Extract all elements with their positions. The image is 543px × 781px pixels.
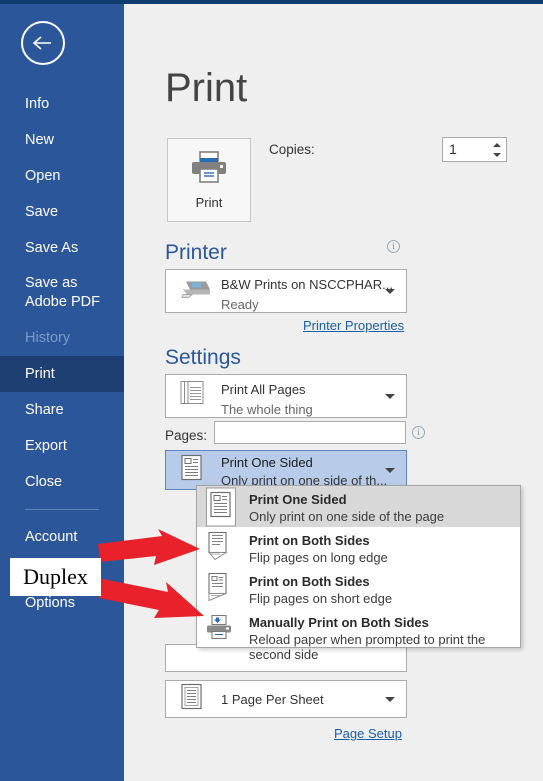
manual-duplex-icon xyxy=(206,614,234,645)
print-range-title: Print All Pages xyxy=(221,382,306,397)
sidebar-item-open[interactable]: Open xyxy=(0,158,124,194)
sidebar-item-print[interactable]: Print xyxy=(0,356,124,392)
dropdown-item-both-sides-long-edge[interactable]: Print on Both Sides Flip pages on long e… xyxy=(197,527,520,568)
single-page-icon xyxy=(180,683,204,716)
dropdown-item-subtitle: Only print on one side of the page xyxy=(249,509,445,524)
printer-name: B&W Prints on NSCCPHAR... xyxy=(221,277,393,292)
sidebar-item-close[interactable]: Close xyxy=(0,464,124,500)
printer-status: Ready xyxy=(221,297,259,312)
settings-section-heading: Settings xyxy=(165,346,241,369)
pages-input[interactable] xyxy=(214,421,406,444)
sidebar-item-save-as-adobe-pdf[interactable]: Save as Adobe PDF xyxy=(0,266,124,320)
pages-per-sheet-select[interactable]: 1 Page Per Sheet xyxy=(165,680,407,718)
printer-select[interactable]: B&W Prints on NSCCPHAR... Ready xyxy=(165,269,407,313)
dropdown-item-title: Manually Print on Both Sides xyxy=(249,615,429,630)
dropdown-item-manual-both-sides[interactable]: Manually Print on Both Sides Reload pape… xyxy=(197,609,520,662)
page-title: Print xyxy=(165,66,248,110)
one-sided-page-icon xyxy=(206,487,236,526)
duplex-callout-text: Duplex xyxy=(23,564,88,589)
duplex-callout-label: Duplex xyxy=(10,558,101,596)
backstage-sidebar: Info New Open Save Save As Save as Adobe… xyxy=(0,4,124,781)
printer-device-icon xyxy=(180,277,212,306)
page-setup-link[interactable]: Page Setup xyxy=(334,726,402,741)
copies-stepper[interactable]: 1 xyxy=(442,137,507,162)
dropdown-item-subtitle: Reload paper when prompted to print the … xyxy=(249,632,486,662)
sidebar-item-history: History xyxy=(25,330,71,346)
duplex-dropdown-menu: Print One Sided Only print on one side o… xyxy=(196,485,521,662)
chevron-down-icon[interactable] xyxy=(385,697,395,702)
pages-stack-icon xyxy=(180,380,206,413)
chevron-down-icon[interactable] xyxy=(385,394,395,399)
printer-info-icon[interactable]: i xyxy=(387,240,400,253)
sidebar-divider xyxy=(25,509,99,510)
printer-properties-link[interactable]: Printer Properties xyxy=(303,318,404,333)
sidebar-item-save-as[interactable]: Save As xyxy=(0,230,124,266)
print-backstage-screen: Info New Open Save Save As Save as Adobe… xyxy=(0,0,543,781)
printer-icon xyxy=(190,150,228,189)
dropdown-item-both-sides-short-edge[interactable]: Print on Both Sides Flip pages on short … xyxy=(197,568,520,609)
arrow-upper xyxy=(98,529,200,565)
sidebar-item-new[interactable]: New xyxy=(0,122,124,158)
printer-section-heading: Printer xyxy=(165,241,227,264)
duplex-select[interactable]: Print One Sided Only print on one side o… xyxy=(165,450,407,490)
pages-label: Pages: xyxy=(165,428,208,443)
dropdown-item-title: Print One Sided xyxy=(249,492,347,507)
sidebar-item-export[interactable]: Export xyxy=(0,428,124,464)
sidebar-item-share[interactable]: Share xyxy=(0,392,124,428)
sidebar-item-save[interactable]: Save xyxy=(0,194,124,230)
chevron-down-icon[interactable] xyxy=(385,289,395,294)
dropdown-item-title: Print on Both Sides xyxy=(249,574,370,589)
pages-info-icon[interactable]: i xyxy=(412,426,425,439)
copies-label: Copies: xyxy=(269,142,315,157)
print-button[interactable]: Print xyxy=(167,138,251,222)
print-range-select[interactable]: Print All Pages The whole thing xyxy=(165,374,407,418)
pages-per-sheet-title: 1 Page Per Sheet xyxy=(221,692,324,707)
both-sides-long-icon xyxy=(206,530,234,565)
dropdown-item-title: Print on Both Sides xyxy=(249,533,370,548)
print-settings-pane: Print Print Copies: 1 Printer i B&W Prin… xyxy=(124,4,543,781)
arrow-lower xyxy=(98,578,204,618)
chevron-down-icon[interactable] xyxy=(385,468,395,473)
duplex-title: Print One Sided xyxy=(221,455,313,470)
copies-increment-button[interactable] xyxy=(491,140,502,149)
dropdown-item-subtitle: Flip pages on short edge xyxy=(249,591,393,606)
dropdown-item-subtitle: Flip pages on long edge xyxy=(249,550,388,565)
both-sides-short-icon xyxy=(206,571,234,606)
print-button-label: Print xyxy=(195,195,223,210)
copies-value[interactable]: 1 xyxy=(449,141,457,157)
back-arrow-icon[interactable] xyxy=(21,21,65,65)
print-range-subtitle: The whole thing xyxy=(221,402,313,417)
copies-decrement-button[interactable] xyxy=(491,150,502,159)
one-sided-page-icon xyxy=(180,454,204,487)
sidebar-item-info[interactable]: Info xyxy=(0,86,124,122)
dropdown-item-print-one-sided[interactable]: Print One Sided Only print on one side o… xyxy=(197,486,520,527)
